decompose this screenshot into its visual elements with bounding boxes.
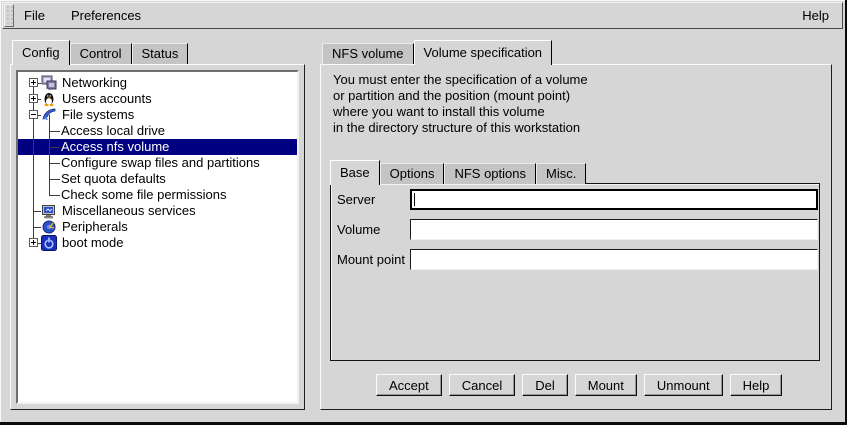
- tree-expander-plus-icon[interactable]: [29, 238, 38, 247]
- tree-connector-line: [49, 195, 60, 196]
- server-label: Server: [337, 189, 375, 210]
- unmount-button[interactable]: Unmount: [644, 374, 723, 396]
- volume-specification-panel: You must enter the specification of a vo…: [320, 64, 832, 410]
- services-icon: [41, 203, 57, 219]
- tree-connector-line: [33, 227, 41, 228]
- peripherals-icon: [41, 219, 57, 235]
- menu-help[interactable]: Help: [789, 8, 842, 23]
- app-window: File Preferences Help ConfigControlStatu…: [0, 0, 847, 425]
- mount-button[interactable]: Mount: [575, 374, 637, 396]
- help-button[interactable]: Help: [730, 374, 783, 396]
- mount-point-label: Mount point: [337, 249, 405, 270]
- menubar-grip-handle[interactable]: [4, 4, 14, 27]
- tree-connector-line: [49, 163, 60, 164]
- tree-item-access-local-drive[interactable]: Access local drive: [18, 123, 297, 139]
- tab-nfs-options[interactable]: NFS options: [444, 163, 536, 184]
- menu-preferences[interactable]: Preferences: [58, 8, 154, 23]
- tree-connector-line: [49, 179, 60, 180]
- tree-expander-minus-icon[interactable]: [29, 110, 38, 119]
- tree-item-check-some-file-permissions[interactable]: Check some file permissions: [18, 187, 297, 203]
- right-tab-bar: NFS volumeVolume specification: [322, 38, 552, 64]
- tree-item-boot-mode[interactable]: boot mode: [18, 235, 297, 251]
- tree-item-label: Networking: [62, 75, 127, 91]
- tab-base[interactable]: Base: [330, 160, 380, 185]
- tree-item-peripherals[interactable]: Peripherals: [18, 219, 297, 235]
- config-tree: NetworkingUsers accountsFile systemsAcce…: [16, 70, 299, 404]
- tab-misc[interactable]: Misc.: [536, 163, 586, 184]
- tree-item-label: Set quota defaults: [61, 171, 166, 187]
- accept-button[interactable]: Accept: [376, 374, 442, 396]
- description-line: You must enter the specification of a vo…: [333, 72, 588, 88]
- volume-label: Volume: [337, 219, 380, 240]
- networking-icon: [41, 75, 57, 91]
- filesystems-icon: [41, 107, 57, 123]
- tree-item-label: Users accounts: [62, 91, 152, 107]
- tab-volume-specification[interactable]: Volume specification: [414, 40, 553, 65]
- tree-item-users-accounts[interactable]: Users accounts: [18, 91, 297, 107]
- tree-item-access-nfs-volume[interactable]: Access nfs volume: [18, 139, 297, 155]
- tree-connector-line: [33, 211, 41, 212]
- tree-connector-line: [49, 131, 60, 132]
- tree-branch-line: [49, 115, 50, 195]
- volume-input[interactable]: [410, 219, 818, 240]
- server-input[interactable]: [410, 189, 818, 210]
- tab-status[interactable]: Status: [132, 43, 189, 64]
- mount-point-input[interactable]: [410, 249, 818, 270]
- tree-item-label: Peripherals: [62, 219, 128, 235]
- del-button[interactable]: Del: [522, 374, 568, 396]
- tab-control[interactable]: Control: [70, 43, 132, 64]
- tree-item-file-systems[interactable]: File systems: [18, 107, 297, 123]
- config-panel: NetworkingUsers accountsFile systemsAcce…: [10, 64, 305, 410]
- tree-connector-line: [49, 147, 60, 148]
- tree-item-label: Access nfs volume: [61, 139, 169, 155]
- tree-item-configure-swap-files-and-partitions[interactable]: Configure swap files and partitions: [18, 155, 297, 171]
- users-icon: [41, 91, 57, 107]
- tree-item-label: Check some file permissions: [61, 187, 226, 203]
- action-button-row: Accept Cancel Del Mount Unmount Help: [376, 374, 782, 396]
- tree-item-miscellaneous-services[interactable]: Miscellaneous services: [18, 203, 297, 219]
- description-line: where you want to install this volume: [333, 104, 588, 120]
- description-line: in the directory structure of this works…: [333, 120, 588, 136]
- menu-bar: File Preferences Help: [2, 2, 843, 29]
- tree-item-label: Miscellaneous services: [62, 203, 196, 219]
- bootmode-icon: [41, 235, 57, 251]
- description-line: or partition and the position (mount poi…: [333, 88, 588, 104]
- tab-options[interactable]: Options: [380, 163, 445, 184]
- tree-item-set-quota-defaults[interactable]: Set quota defaults: [18, 171, 297, 187]
- tree-item-label: Configure swap files and partitions: [61, 155, 260, 171]
- tree-expander-plus-icon[interactable]: [29, 94, 38, 103]
- tree-item-networking[interactable]: Networking: [18, 75, 297, 91]
- tree-item-label: File systems: [62, 107, 134, 123]
- menu-file[interactable]: File: [19, 8, 58, 23]
- description-text: You must enter the specification of a vo…: [333, 72, 588, 136]
- tree-expander-plus-icon[interactable]: [29, 78, 38, 87]
- base-tab-content: Server Volume Mount point: [330, 183, 820, 361]
- tab-nfs-volume[interactable]: NFS volume: [322, 43, 414, 64]
- tab-config[interactable]: Config: [12, 40, 70, 65]
- tree-item-label: boot mode: [62, 235, 123, 251]
- left-tab-bar: ConfigControlStatus: [12, 38, 188, 64]
- inner-tab-bar: BaseOptionsNFS optionsMisc.: [330, 158, 586, 184]
- tree-trunk-line: [33, 83, 34, 243]
- tree-item-label: Access local drive: [61, 123, 165, 139]
- cancel-button[interactable]: Cancel: [449, 374, 515, 396]
